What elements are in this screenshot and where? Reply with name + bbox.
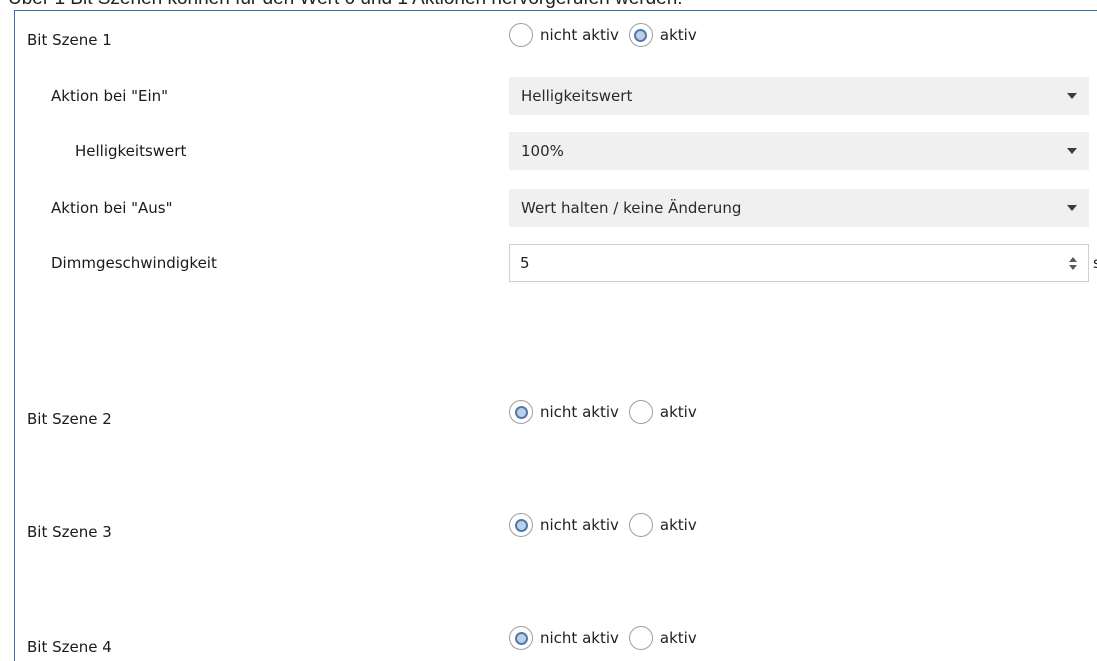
document-intro-text: Über 1 Bit Szenen können für den Wert 0 … xyxy=(8,0,683,10)
scene4-radio-inactive[interactable] xyxy=(509,626,533,650)
dim-speed-unit: s xyxy=(1093,254,1097,272)
scene1-option-active-label: aktiv xyxy=(659,26,697,44)
scene4-option-inactive-label: nicht aktiv xyxy=(540,629,619,647)
scene2-option-active-label: aktiv xyxy=(659,403,697,421)
brightness-label: Helligkeitswert xyxy=(75,142,187,160)
scene2-option-inactive[interactable]: nicht aktiv xyxy=(509,400,619,424)
scene4-option-inactive[interactable]: nicht aktiv xyxy=(509,626,619,650)
scene2-radio-inactive[interactable] xyxy=(509,400,533,424)
scene4-radio-group: nicht aktiv aktiv xyxy=(509,626,707,650)
scene2-radio-active[interactable] xyxy=(628,400,653,424)
scene3-option-active[interactable]: aktiv xyxy=(628,513,697,537)
scene1-radio-active[interactable] xyxy=(628,23,653,47)
dim-speed-input[interactable] xyxy=(510,253,1061,273)
scene2-option-active[interactable]: aktiv xyxy=(628,400,697,424)
scene2-radio-group: nicht aktiv aktiv xyxy=(509,400,707,424)
scene1-option-inactive[interactable]: nicht aktiv xyxy=(509,23,619,47)
scene3-option-inactive-label: nicht aktiv xyxy=(540,516,619,534)
scene4-label: Bit Szene 4 xyxy=(27,638,112,656)
action-off-value: Wert halten / keine Änderung xyxy=(521,199,742,217)
scene3-label: Bit Szene 3 xyxy=(27,523,112,541)
scene1-option-active[interactable]: aktiv xyxy=(628,23,697,47)
action-off-label: Aktion bei "Aus" xyxy=(51,199,173,217)
parameter-panel: Bit Szene 1 nicht aktiv aktiv Aktion bei… xyxy=(14,10,1097,661)
dim-speed-label: Dimmgeschwindigkeit xyxy=(51,254,217,272)
arrow-up-icon[interactable] xyxy=(1069,256,1077,262)
brightness-value: 100% xyxy=(521,142,564,160)
action-off-dropdown[interactable]: Wert halten / keine Änderung xyxy=(509,189,1089,227)
scene3-radio-group: nicht aktiv aktiv xyxy=(509,513,707,537)
scene1-label: Bit Szene 1 xyxy=(27,31,112,49)
scene2-label: Bit Szene 2 xyxy=(27,410,112,428)
scene4-option-active-label: aktiv xyxy=(659,629,697,647)
arrow-down-icon[interactable] xyxy=(1069,264,1077,270)
scene4-option-active[interactable]: aktiv xyxy=(628,626,697,650)
scene1-radio-group: nicht aktiv aktiv xyxy=(509,23,707,47)
chevron-down-icon xyxy=(1067,205,1077,211)
brightness-dropdown[interactable]: 100% xyxy=(509,132,1089,170)
scene3-radio-inactive[interactable] xyxy=(509,513,533,537)
action-on-label: Aktion bei "Ein" xyxy=(51,87,169,105)
scene3-option-active-label: aktiv xyxy=(659,516,697,534)
dim-speed-spin-buttons xyxy=(1061,245,1085,281)
scene4-radio-active[interactable] xyxy=(628,626,653,650)
action-on-value: Helligkeitswert xyxy=(521,87,633,105)
scene1-radio-inactive[interactable] xyxy=(509,23,533,47)
scene3-option-inactive[interactable]: nicht aktiv xyxy=(509,513,619,537)
dim-speed-stepper[interactable] xyxy=(509,244,1089,282)
scene2-option-inactive-label: nicht aktiv xyxy=(540,403,619,421)
scene3-radio-active[interactable] xyxy=(628,513,653,537)
action-on-dropdown[interactable]: Helligkeitswert xyxy=(509,77,1089,115)
chevron-down-icon xyxy=(1067,93,1077,99)
scene1-option-inactive-label: nicht aktiv xyxy=(540,26,619,44)
chevron-down-icon xyxy=(1067,148,1077,154)
